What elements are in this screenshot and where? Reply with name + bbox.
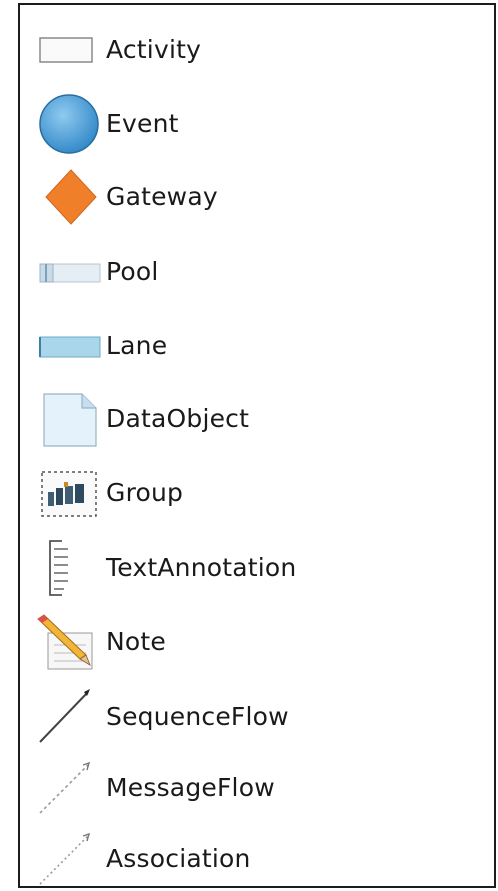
group-icon [34,462,106,522]
shape-palette: Activity Event Gateway Pool Lane DataObj… [20,5,494,886]
palette-item-label: Gateway [106,181,218,211]
palette-item-association[interactable]: Association [34,828,474,888]
palette-item-lane[interactable]: Lane [34,315,474,375]
palette-item-label: TextAnnotation [106,552,297,582]
data-object-icon [34,388,106,448]
palette-item-group[interactable]: Group [34,462,474,522]
palette-item-label: Pool [106,256,159,286]
palette-item-label: DataObject [106,403,250,433]
palette-item-text-annotation[interactable]: TextAnnotation [34,537,474,597]
message-flow-icon [34,757,106,817]
note-icon [34,611,106,671]
text-annotation-icon [34,537,106,597]
palette-item-label: Event [106,108,179,138]
gateway-icon [34,166,106,226]
palette-item-sequence-flow[interactable]: SequenceFlow [34,686,474,746]
palette-item-label: SequenceFlow [106,701,289,731]
palette-item-label: MessageFlow [106,772,275,802]
palette-item-activity[interactable]: Activity [34,19,474,79]
lane-icon [34,315,106,375]
palette-item-gateway[interactable]: Gateway [34,166,474,226]
association-icon [34,828,106,888]
palette-item-pool[interactable]: Pool [34,241,474,301]
activity-icon [34,19,106,79]
shape-palette-panel: Activity Event Gateway Pool Lane DataObj… [18,3,496,888]
sequence-flow-icon [34,686,106,746]
pool-icon [34,241,106,301]
palette-item-label: Association [106,843,251,873]
palette-item-event[interactable]: Event [34,93,474,154]
palette-item-message-flow[interactable]: MessageFlow [34,757,474,817]
palette-item-note[interactable]: Note [34,611,474,671]
palette-item-label: Group [106,477,184,507]
palette-item-label: Activity [106,34,202,64]
palette-item-label: Lane [106,330,168,360]
event-icon [34,93,106,154]
palette-item-label: Note [106,626,166,656]
palette-item-data-object[interactable]: DataObject [34,388,474,448]
